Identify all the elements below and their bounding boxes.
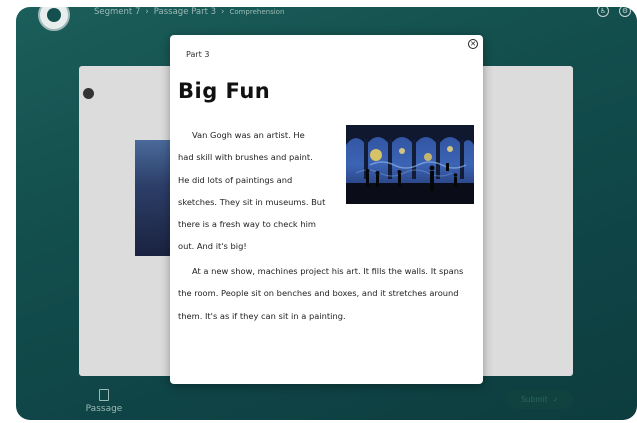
exhibit-illustration [346,125,474,204]
accessibility-icon[interactable]: ♿ [597,7,609,17]
text-line: there is a fresh way to check him [178,219,317,230]
close-icon[interactable]: ✕ [468,39,478,49]
starry-night-exhibit-image [346,125,474,204]
bottom-bar: Passage Submit ✓ [16,379,637,420]
part-label: Part 3 [186,50,210,59]
passage-modal: ✕ Part 3 Big Fun Van Gogh was an artist.… [170,35,483,384]
breadcrumb-comprehension: Comprehension [229,8,285,16]
user-icon[interactable] [83,88,94,99]
text-line: them. It's as if they can sit in a paint… [178,310,346,321]
chevron-right-icon: › [145,7,149,17]
text-line: had skill with brushes and paint. [178,152,313,163]
top-bar: Segment 7 › Passage Part 3 › Comprehension ♿… [16,7,637,31]
breadcrumb-segment[interactable]: Segment 7 [94,7,140,17]
top-icons: ♿ ⚙ [597,7,631,17]
chevron-right-icon: › [221,7,225,17]
text-line: out. And it's big! [178,241,247,252]
settings-icon[interactable]: ⚙ [619,7,631,17]
paragraph-2: At a new show, machines project his art.… [178,260,481,327]
breadcrumb: Segment 7 › Passage Part 3 › Comprehension [94,7,284,17]
document-icon [99,389,109,401]
text-line: the room. People sit on benches and boxe… [178,288,459,299]
text-line: He did lots of paintings and [178,174,293,185]
passage-tab[interactable]: Passage [81,389,127,414]
submit-button[interactable]: Submit ✓ [507,390,573,409]
logo-icon[interactable] [38,7,70,31]
story-title: Big Fun [178,79,271,103]
submit-label: Submit [521,395,548,404]
breadcrumb-passage[interactable]: Passage Part 3 [154,7,216,17]
passage-label: Passage [85,404,123,414]
background-thumbnail [135,140,171,256]
check-icon: ✓ [552,395,559,404]
text-line: sketches. They sit in museums. But [178,196,326,207]
text-line: At a new show, machines project his art.… [192,266,464,276]
text-line: Van Gogh was an artist. He [192,130,305,140]
paragraph-1: Van Gogh was an artist. He had skill wit… [178,124,348,258]
